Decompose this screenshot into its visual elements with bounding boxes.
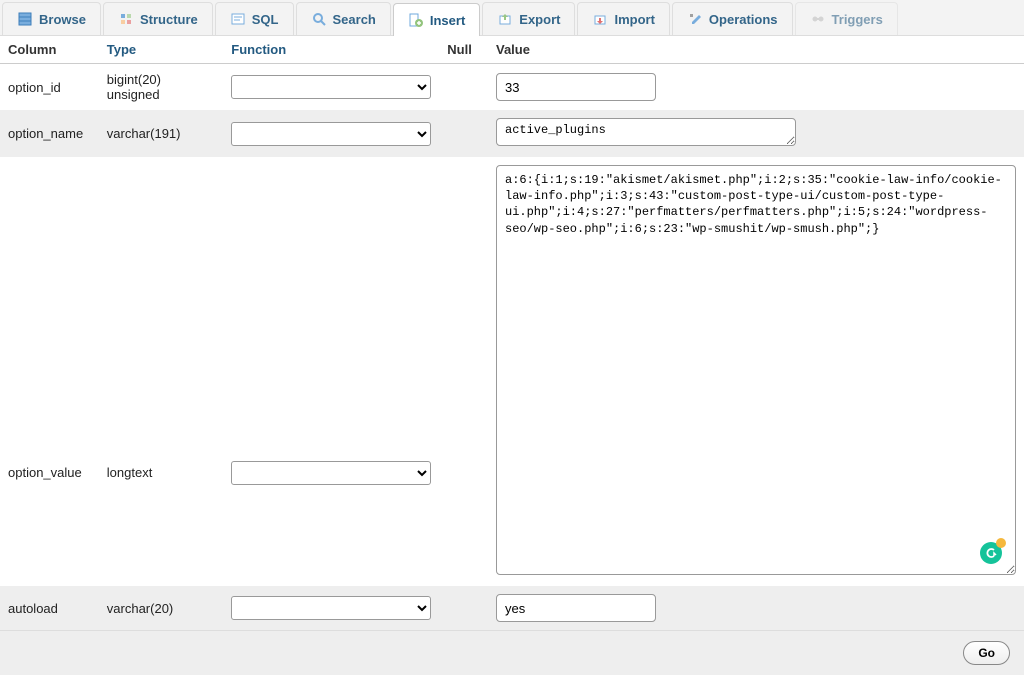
tab-label: Browse xyxy=(39,12,86,27)
triggers-icon xyxy=(810,11,826,27)
search-icon xyxy=(311,11,327,27)
value-input[interactable] xyxy=(496,73,656,101)
function-select[interactable] xyxy=(231,75,431,99)
null-cell xyxy=(439,586,488,630)
header-row: Column Type Function Null Value xyxy=(0,36,1024,64)
column-type: bigint(20) unsigned xyxy=(99,64,223,111)
null-cell xyxy=(439,157,488,586)
function-select[interactable] xyxy=(231,461,431,485)
browse-icon xyxy=(17,11,33,27)
value-cell: active_plugins xyxy=(488,110,1024,157)
header-null: Null xyxy=(439,36,488,64)
insert-form: Column Type Function Null Value option_i… xyxy=(0,36,1024,675)
value-textarea-large[interactable]: a:6:{i:1;s:19:"akismet/akismet.php";i:2;… xyxy=(496,165,1016,575)
column-name: option_name xyxy=(0,110,99,157)
structure-icon xyxy=(118,11,134,27)
table-row: option_idbigint(20) unsigned xyxy=(0,64,1024,111)
tab-search[interactable]: Search xyxy=(296,2,391,35)
column-type: varchar(20) xyxy=(99,586,223,630)
null-cell xyxy=(439,110,488,157)
function-cell xyxy=(223,586,439,630)
function-select[interactable] xyxy=(231,122,431,146)
column-name: option_value xyxy=(0,157,99,586)
insert-icon xyxy=(408,12,424,28)
tab-import[interactable]: Import xyxy=(577,2,669,35)
submit-row: Go xyxy=(0,630,1024,675)
column-name: autoload xyxy=(0,586,99,630)
value-cell xyxy=(488,586,1024,630)
tab-structure[interactable]: Structure xyxy=(103,2,213,35)
value-input[interactable] xyxy=(496,594,656,622)
operations-icon xyxy=(687,11,703,27)
tab-label: Insert xyxy=(430,13,465,28)
value-textarea[interactable]: active_plugins xyxy=(496,118,796,146)
tab-sql[interactable]: SQL xyxy=(215,2,294,35)
column-name: option_id xyxy=(0,64,99,111)
function-cell xyxy=(223,157,439,586)
column-type: varchar(191) xyxy=(99,110,223,157)
null-cell xyxy=(439,64,488,111)
sql-icon xyxy=(230,11,246,27)
tab-operations[interactable]: Operations xyxy=(672,2,793,35)
column-type: longtext xyxy=(99,157,223,586)
tabs-bar: Browse Structure SQL Search Insert Export Impo… xyxy=(0,0,1024,36)
header-value: Value xyxy=(488,36,1024,64)
tab-label: SQL xyxy=(252,12,279,27)
tab-browse[interactable]: Browse xyxy=(2,2,101,35)
header-type[interactable]: Type xyxy=(99,36,223,64)
tab-label: Search xyxy=(333,12,376,27)
tab-export[interactable]: Export xyxy=(482,2,575,35)
header-function[interactable]: Function xyxy=(223,36,439,64)
table-row: option_valuelongtext a:6:{i:1;s:19:"akism… xyxy=(0,157,1024,586)
header-column: Column xyxy=(0,36,99,64)
tab-label: Structure xyxy=(140,12,198,27)
function-cell xyxy=(223,64,439,111)
tab-insert[interactable]: Insert xyxy=(393,3,480,36)
value-cell xyxy=(488,64,1024,111)
table-row: option_namevarchar(191) active_plugins xyxy=(0,110,1024,157)
go-button[interactable]: Go xyxy=(963,641,1010,665)
tab-label: Import xyxy=(614,12,654,27)
function-cell xyxy=(223,110,439,157)
tab-label: Export xyxy=(519,12,560,27)
tab-label: Triggers xyxy=(832,12,883,27)
import-icon xyxy=(592,11,608,27)
tab-triggers[interactable]: Triggers xyxy=(795,2,898,35)
table-row: autoloadvarchar(20) xyxy=(0,586,1024,630)
tab-label: Operations xyxy=(709,12,778,27)
value-cell: a:6:{i:1;s:19:"akismet/akismet.php";i:2;… xyxy=(488,157,1024,586)
grammarly-icon[interactable] xyxy=(980,542,1002,564)
function-select[interactable] xyxy=(231,596,431,620)
export-icon xyxy=(497,11,513,27)
